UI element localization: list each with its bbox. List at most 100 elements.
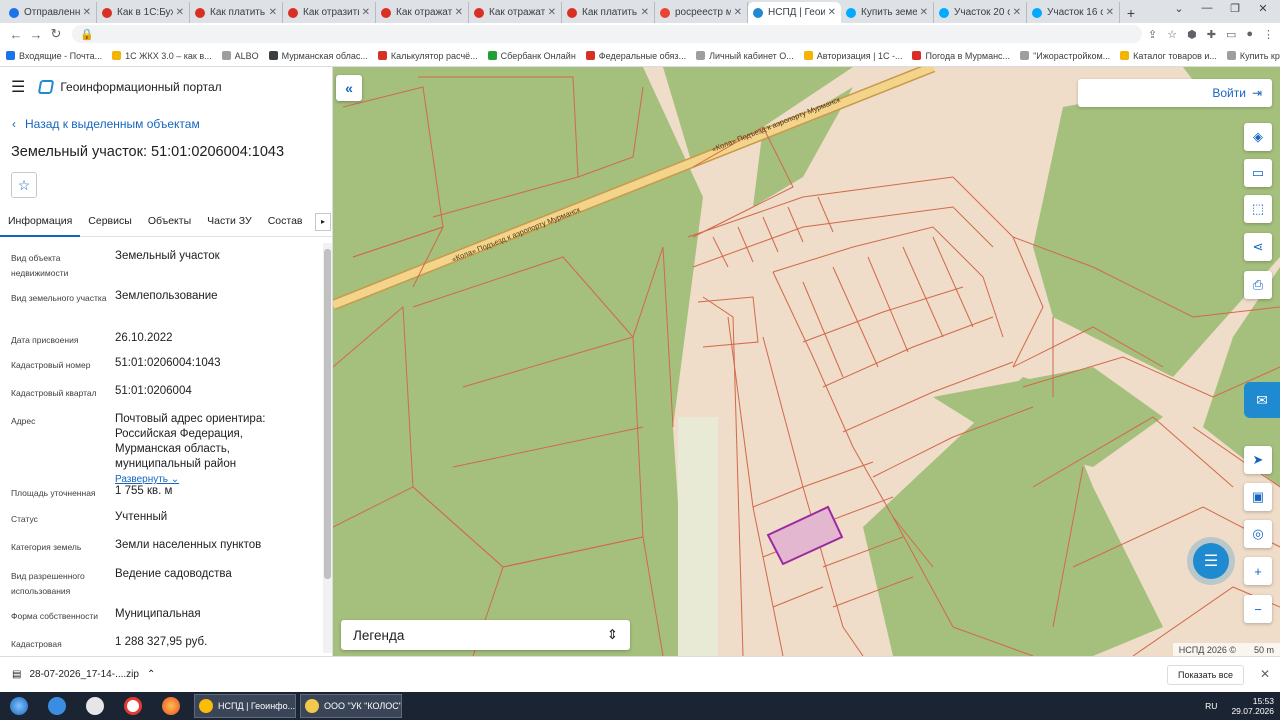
select-area-button[interactable]: ⬚ (1244, 195, 1272, 223)
close-tab-icon[interactable]: ✕ (83, 7, 91, 18)
bookmark-favicon-icon (6, 51, 15, 60)
close-tab-icon[interactable]: ✕ (176, 7, 184, 18)
reload-icon[interactable]: ↻ (46, 26, 66, 42)
measure-button[interactable]: ▭ (1244, 159, 1272, 187)
menu-icon[interactable]: ⋮ (1263, 28, 1274, 41)
map-view[interactable]: «Кола» Подъезд к аэропорту Мурманск «Кол… (333, 67, 1280, 656)
bookmark-item[interactable]: Каталог товаров и... (1120, 51, 1217, 61)
browser-tab[interactable]: Как отражать ...✕ (469, 2, 562, 23)
start-button[interactable] (4, 694, 34, 718)
collapse-panel-button[interactable]: « (336, 75, 362, 101)
browser-tab[interactable]: Как в 1С:Бухг...✕ (97, 2, 190, 23)
extension-icon[interactable]: ⬢ (1187, 28, 1197, 41)
close-tab-icon[interactable]: ✕ (269, 7, 277, 18)
browser-tab[interactable]: НСПД | Геоин...✕ (748, 2, 841, 23)
basemap-button[interactable]: ▣ (1244, 483, 1272, 511)
geolocation-button[interactable]: ➤ (1244, 446, 1272, 474)
share-button[interactable]: ⋖ (1244, 233, 1272, 261)
bookmark-item[interactable]: Калькулятор расчё... (377, 50, 478, 61)
property-value: Землепользование (115, 289, 311, 306)
sidebar-icon[interactable]: ▭ (1226, 28, 1236, 41)
property-value-text: Муниципальная (115, 608, 201, 620)
print-button[interactable]: ⎙ (1244, 271, 1272, 299)
close-tab-icon[interactable]: ✕ (1013, 7, 1021, 18)
feedback-button[interactable]: ✉ (1244, 382, 1280, 418)
browser-tab[interactable]: Отправленн...✕ (4, 2, 97, 23)
close-tab-icon[interactable]: ✕ (362, 7, 370, 18)
bookmark-star-icon[interactable]: ☆ (1167, 28, 1177, 41)
ie-icon[interactable] (42, 694, 72, 718)
new-tab-button[interactable]: + (1120, 2, 1142, 23)
minimize-button[interactable]: — (1196, 2, 1218, 15)
back-arrow-icon[interactable]: ← (6, 27, 26, 42)
bookmark-item[interactable]: "Ижорастройком... (1020, 51, 1110, 61)
close-tab-icon[interactable]: ✕ (455, 7, 463, 18)
bookmark-item[interactable]: ALBO (221, 51, 259, 61)
close-tab-icon[interactable]: ✕ (641, 7, 649, 18)
browser-tab[interactable]: Как платить в...✕ (190, 2, 283, 23)
bookmark-item[interactable]: Личный кабинет О... (696, 51, 794, 61)
ccleaner-icon[interactable] (80, 694, 110, 718)
puzzle-icon[interactable]: ✚ (1207, 28, 1216, 41)
tabs-scroll-right-button[interactable]: ▸ (315, 213, 331, 231)
bookmark-label: Калькулятор расчё... (390, 50, 478, 61)
language-indicator[interactable]: RU (1205, 701, 1217, 711)
url-input[interactable]: 🔒 (72, 25, 1143, 43)
browser-tab[interactable]: Участок 20 со...✕ (934, 2, 1027, 23)
browser-tab[interactable]: Как платить в...✕ (562, 2, 655, 23)
browser-tab[interactable]: Как отражать ...✕ (376, 2, 469, 23)
browser-tab[interactable]: Как отразить ...✕ (283, 2, 376, 23)
chat-button[interactable]: ☰ (1193, 543, 1229, 579)
browser-tab[interactable]: росреестр му...✕ (655, 2, 748, 23)
legend-dropdown[interactable]: Легенда ⇕ (341, 620, 630, 650)
zoom-in-button[interactable]: + (1244, 557, 1272, 585)
bookmark-item[interactable]: Авторизация | 1С -... (803, 51, 902, 61)
browser-tab[interactable]: Участок 16 со...✕ (1027, 2, 1120, 23)
close-tab-icon[interactable]: ✕ (548, 7, 556, 18)
panel-tab[interactable]: Сервисы (80, 207, 140, 237)
close-tab-icon[interactable]: ✕ (734, 7, 742, 18)
share-icon[interactable]: ⇪ (1148, 28, 1157, 41)
tab-search-icon[interactable]: ⌄ (1168, 2, 1190, 15)
close-downloads-icon[interactable]: ✕ (1260, 667, 1270, 681)
chevron-up-icon[interactable]: ⌃ (147, 669, 155, 680)
locate-button[interactable]: ◎ (1244, 520, 1272, 548)
maximize-button[interactable]: ❐ (1224, 2, 1246, 15)
bookmark-item[interactable]: Погода в Мурманс... (912, 51, 1010, 61)
close-tab-icon[interactable]: ✕ (920, 7, 928, 18)
taskbar-app[interactable]: НСПД | Геоинфо... (194, 694, 296, 718)
clock[interactable]: 15:53 29.07.2026 (1231, 696, 1274, 716)
download-item[interactable]: ▤ 28-07-2026_17-14-....zip ⌃ (12, 669, 155, 680)
scrollbar-thumb[interactable] (324, 249, 331, 579)
yandex-browser-icon[interactable] (118, 694, 148, 718)
login-button[interactable]: Войти ⇥ (1078, 79, 1272, 107)
panel-tab[interactable]: Информация (0, 207, 81, 237)
bookmark-item[interactable]: Сбербанк Онлайн (487, 51, 576, 61)
bookmark-favicon-icon (696, 51, 706, 60)
zoom-out-button[interactable]: − (1244, 595, 1272, 623)
close-tab-icon[interactable]: ✕ (828, 7, 836, 18)
forward-arrow-icon[interactable]: → (26, 27, 46, 42)
panel-scrollbar[interactable] (323, 243, 332, 653)
close-window-button[interactable]: ✕ (1252, 2, 1274, 15)
browser-tab[interactable]: Купить земел...✕ (841, 2, 934, 23)
panel-tab[interactable]: Объекты (140, 207, 199, 237)
hamburger-menu-icon[interactable]: ☰ (11, 77, 25, 97)
bookmark-item[interactable]: 1С ЖКХ 3.0 – как в... (112, 51, 212, 61)
favorite-star-button[interactable]: ☆ (11, 172, 37, 198)
bookmark-item[interactable]: Входящие - Почта... (6, 51, 102, 61)
taskbar-app[interactable]: ООО "УК "КОЛОС" (300, 694, 402, 718)
show-all-downloads-button[interactable]: Показать все (1167, 665, 1244, 685)
bookmark-item[interactable]: Купить круглые ме... (1226, 51, 1280, 61)
firefox-icon[interactable] (156, 694, 186, 718)
cadastral-map[interactable]: «Кола» Подъезд к аэропорту Мурманск «Кол… (333, 67, 1280, 656)
profile-icon[interactable]: ● (1246, 28, 1253, 41)
panel-tab[interactable]: Части ЗУ (199, 207, 260, 237)
bookmark-item[interactable]: Федеральные обяз... (585, 51, 686, 61)
layers-button[interactable]: ◈ (1244, 123, 1272, 151)
bookmark-item[interactable]: Мурманская облас... (268, 51, 368, 61)
close-tab-icon[interactable]: ✕ (1106, 7, 1114, 18)
panel-tab[interactable]: Состав (260, 207, 311, 237)
back-to-selection-link[interactable]: ‹ Назад к выделенным объектам (12, 117, 200, 131)
chevron-left-icon: ‹ (12, 117, 16, 131)
